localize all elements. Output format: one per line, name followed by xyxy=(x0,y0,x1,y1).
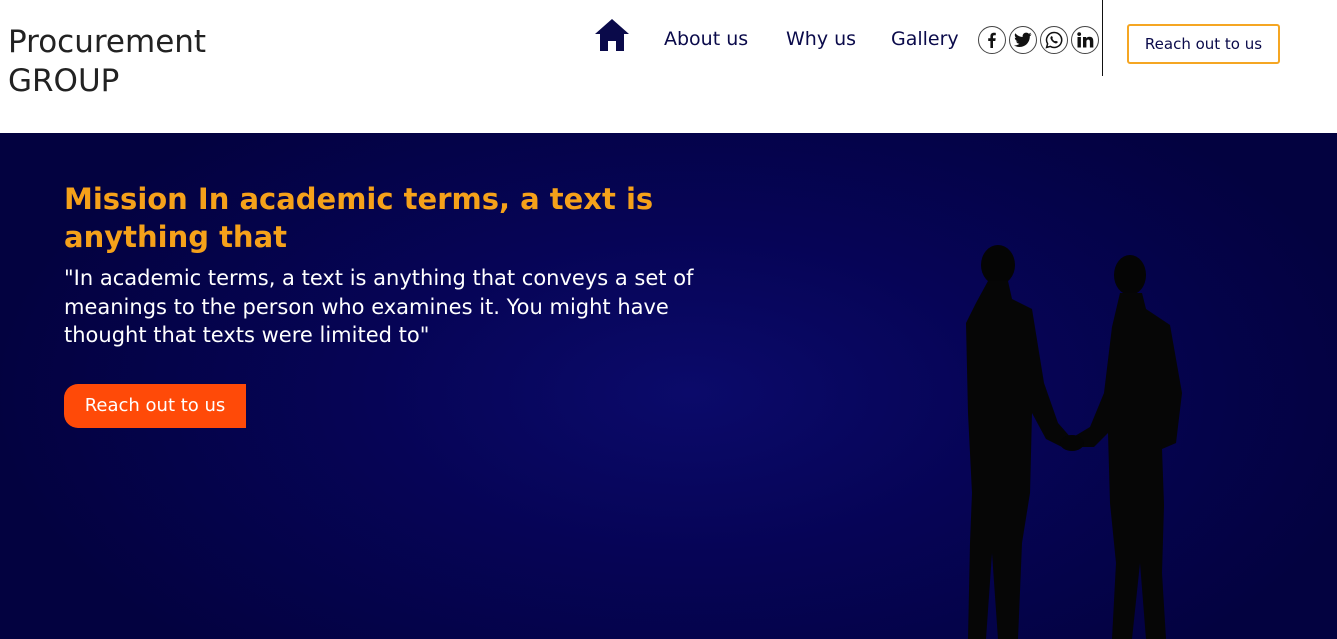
header-divider xyxy=(1102,0,1103,76)
twitter-glyph xyxy=(1014,32,1032,47)
nav-why-us[interactable]: Why us xyxy=(786,26,856,52)
hero-description: "In academic terms, a text is anything t… xyxy=(64,266,694,347)
whatsapp-glyph xyxy=(1045,31,1063,49)
handshake-silhouette-image xyxy=(966,245,1182,639)
twitter-icon[interactable] xyxy=(1009,26,1037,54)
home-icon[interactable] xyxy=(594,17,630,53)
site-header: Procurement GROUP About us Why us Galler… xyxy=(0,0,1337,133)
facebook-icon[interactable] xyxy=(978,26,1006,54)
facebook-glyph xyxy=(988,32,996,48)
hero-section: Mission In academic terms, a text is any… xyxy=(0,133,1337,639)
hero-reach-out-button[interactable]: Reach out to us xyxy=(64,384,246,428)
linkedin-glyph xyxy=(1076,32,1093,48)
nav-gallery[interactable]: Gallery xyxy=(891,26,959,52)
logo-line-2: GROUP xyxy=(8,63,120,99)
hero-title: Mission In academic terms, a text is any… xyxy=(64,182,654,254)
nav-about-us[interactable]: About us xyxy=(664,26,748,52)
home-icon-graphic xyxy=(595,19,629,51)
linkedin-icon[interactable] xyxy=(1071,26,1099,54)
header-reach-out-button[interactable]: Reach out to us xyxy=(1127,24,1280,64)
site-logo[interactable]: Procurement GROUP xyxy=(8,23,268,101)
whatsapp-icon[interactable] xyxy=(1040,26,1068,54)
logo-line-1: Procurement xyxy=(8,24,207,60)
